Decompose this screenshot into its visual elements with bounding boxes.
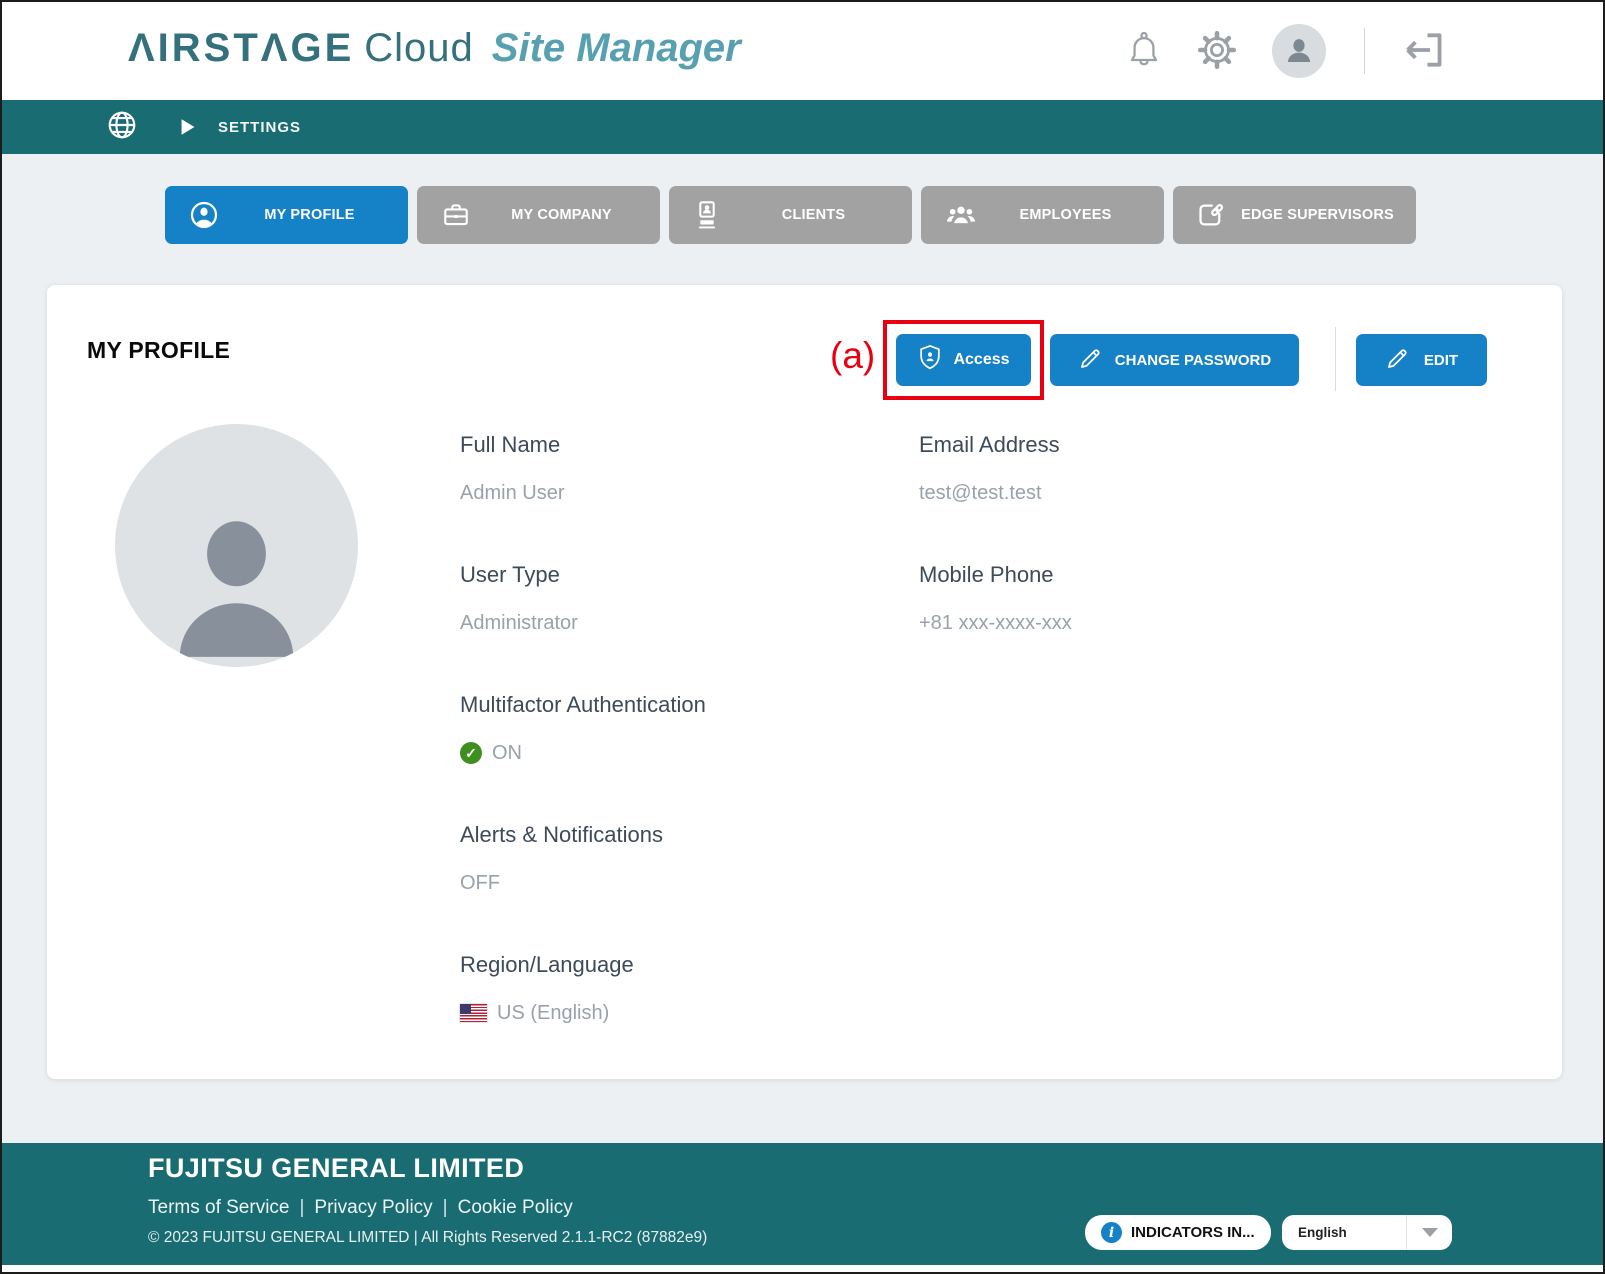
annotation-label-a: (a) <box>830 335 875 377</box>
tab-employees[interactable]: EMPLOYEES <box>921 186 1164 244</box>
brand-cloud: Cloud <box>364 26 474 70</box>
language-selected-value: English <box>1282 1225 1406 1240</box>
profile-fields-right: Email Address test@test.test Mobile Phon… <box>919 432 1072 692</box>
settings-gear-button[interactable] <box>1196 29 1238 74</box>
copyright-text: © 2023 FUJITSU GENERAL LIMITED | All Rig… <box>148 1229 707 1247</box>
field-value: Admin User <box>460 480 706 506</box>
field-alerts: Alerts & Notifications OFF <box>460 822 706 896</box>
page-footer: FUJITSU GENERAL LIMITED Terms of Service… <box>2 1143 1603 1265</box>
field-label: Region/Language <box>460 952 706 978</box>
settings-tabs: MY PROFILE MY COMPANY <box>165 186 1416 244</box>
link-separator: | <box>443 1197 448 1218</box>
shield-person-icon <box>917 344 943 377</box>
cookie-policy-link[interactable]: Cookie Policy <box>458 1197 573 1218</box>
field-label: Alerts & Notifications <box>460 822 706 848</box>
field-label: Email Address <box>919 432 1072 458</box>
breadcrumb-bar: SETTINGS <box>2 100 1603 154</box>
field-region-language: Region/Language US (English) <box>460 952 706 1026</box>
bell-icon <box>1126 30 1162 73</box>
page-title: MY PROFILE <box>87 337 230 364</box>
notifications-button[interactable] <box>1126 30 1162 73</box>
region-value: US (English) <box>497 1000 609 1026</box>
brand-logo: ΛIRSTΛGECloud Site Manager <box>128 26 741 71</box>
field-email: Email Address test@test.test <box>919 432 1072 506</box>
change-password-button[interactable]: CHANGE PASSWORD <box>1050 334 1299 386</box>
id-stamp-icon <box>693 200 721 230</box>
field-full-name: Full Name Admin User <box>460 432 706 506</box>
language-selector[interactable]: English <box>1282 1215 1452 1250</box>
person-circle-icon <box>189 200 219 230</box>
access-button-label: Access <box>953 351 1009 369</box>
profile-picture <box>115 424 358 667</box>
edit-button-label: EDIT <box>1424 352 1458 369</box>
field-label: User Type <box>460 562 706 588</box>
mfa-status: ON <box>492 740 522 766</box>
pencil-icon <box>1385 346 1410 375</box>
header-actions <box>1126 2 1445 100</box>
footer-bottom-strip <box>2 1265 1603 1272</box>
profile-fields-left: Full Name Admin User User Type Administr… <box>460 432 706 1082</box>
link-icon <box>1197 200 1227 230</box>
footer-company-name: FUJITSU GENERAL LIMITED <box>148 1153 524 1184</box>
tab-clients[interactable]: CLIENTS <box>669 186 912 244</box>
logout-icon <box>1403 31 1445 72</box>
field-value: test@test.test <box>919 480 1072 506</box>
breadcrumb-settings[interactable]: SETTINGS <box>218 119 301 136</box>
tab-my-company[interactable]: MY COMPANY <box>417 186 660 244</box>
globe-icon[interactable] <box>106 109 138 146</box>
top-header: ΛIRSTΛGECloud Site Manager <box>2 2 1603 100</box>
field-label: Mobile Phone <box>919 562 1072 588</box>
change-password-label: CHANGE PASSWORD <box>1115 352 1271 369</box>
field-value: Administrator <box>460 610 706 636</box>
field-mobile-phone: Mobile Phone +81 xxx-xxxx-xxx <box>919 562 1072 636</box>
person-silhouette-icon <box>159 497 314 667</box>
us-flag-icon <box>460 1004 487 1022</box>
tab-my-profile[interactable]: MY PROFILE <box>165 186 408 244</box>
indicators-button-label: INDICATORS IN... <box>1131 1224 1255 1241</box>
tab-edge-supervisors[interactable]: EDGE SUPERVISORS <box>1173 186 1416 244</box>
briefcase-icon <box>441 201 471 229</box>
access-button[interactable]: Access <box>896 334 1031 386</box>
header-divider <box>1364 28 1365 74</box>
field-value: +81 xxx-xxxx-xxx <box>919 610 1072 636</box>
pencil-icon <box>1078 346 1103 375</box>
user-avatar-icon <box>1283 34 1315 69</box>
field-user-type: User Type Administrator <box>460 562 706 636</box>
brand-site-manager: Site Manager <box>492 26 741 70</box>
alerts-status: OFF <box>460 870 706 896</box>
footer-links: Terms of Service | Privacy Policy | Cookie P… <box>148 1197 573 1219</box>
button-divider <box>1335 327 1336 391</box>
info-icon <box>1101 1222 1122 1243</box>
brand-airstage: ΛIRSTΛGE <box>128 26 354 70</box>
language-dropdown-toggle[interactable] <box>1406 1215 1452 1250</box>
indicators-info-button[interactable]: INDICATORS IN... <box>1085 1215 1271 1250</box>
terms-of-service-link[interactable]: Terms of Service <box>148 1197 289 1218</box>
chevron-down-icon <box>1422 1228 1438 1237</box>
gear-icon <box>1196 29 1238 74</box>
my-profile-card: MY PROFILE (a) Access CHANGE PASSWORD <box>47 285 1562 1079</box>
account-avatar-button[interactable] <box>1272 24 1326 78</box>
field-label: Multifactor Authentication <box>460 692 706 718</box>
app-window: ΛIRSTΛGECloud Site Manager <box>0 0 1605 1274</box>
edit-button[interactable]: EDIT <box>1356 334 1487 386</box>
field-mfa: Multifactor Authentication ON <box>460 692 706 766</box>
check-circle-icon <box>460 742 482 764</box>
people-icon <box>945 201 977 229</box>
breadcrumb-arrow-icon <box>180 118 196 136</box>
link-separator: | <box>299 1197 304 1218</box>
field-label: Full Name <box>460 432 706 458</box>
logout-button[interactable] <box>1403 31 1445 72</box>
privacy-policy-link[interactable]: Privacy Policy <box>314 1197 432 1218</box>
